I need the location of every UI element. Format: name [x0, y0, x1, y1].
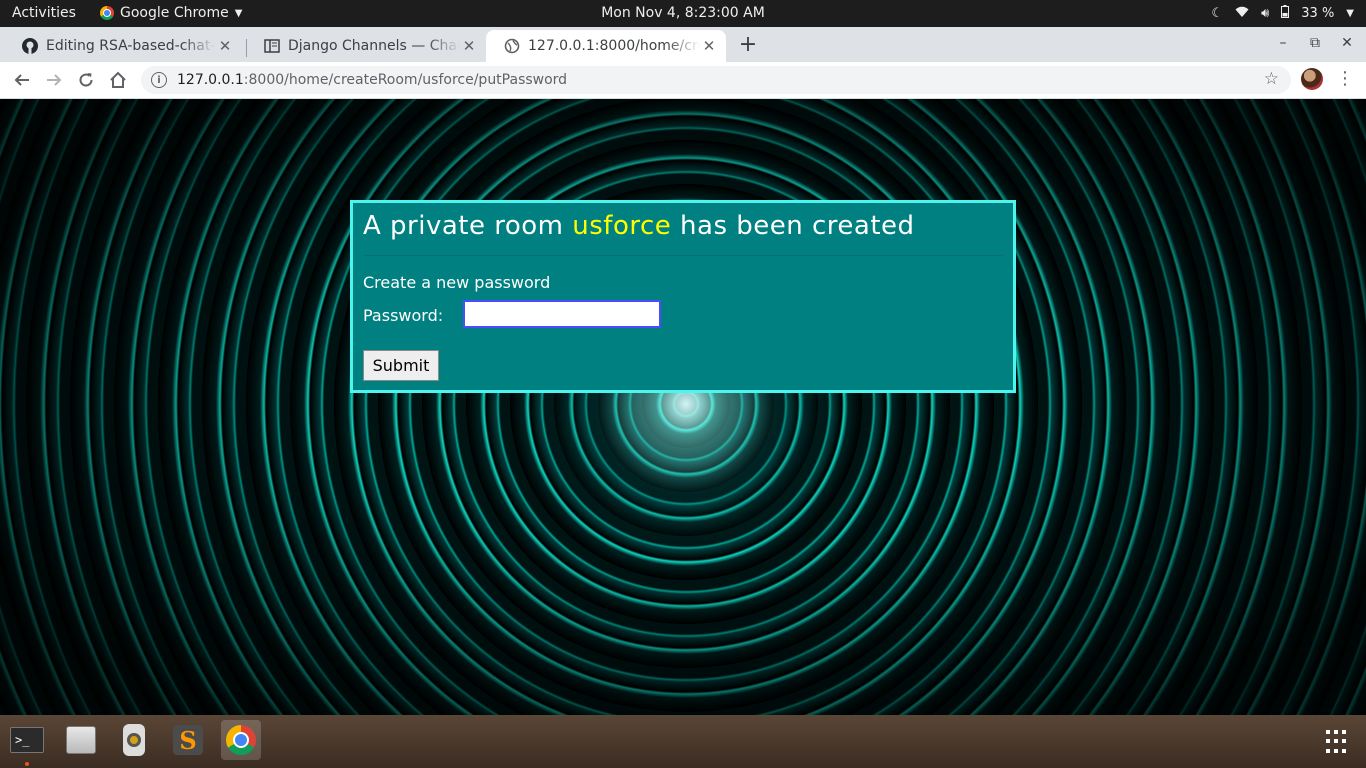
bookmark-star-icon[interactable]: ☆	[1264, 69, 1279, 89]
chrome-icon	[100, 6, 114, 20]
wifi-icon	[1235, 6, 1249, 22]
app-menu[interactable]: Google Chrome ▼	[100, 5, 242, 21]
reload-icon	[79, 73, 93, 87]
close-window-icon[interactable]: ✕	[1337, 35, 1357, 51]
forward-button[interactable]	[42, 68, 66, 92]
tab-strip: Editing RSA-based-chat-app ✕ Django Chan…	[0, 27, 1366, 62]
battery-percentage: 33 %	[1301, 6, 1335, 21]
tab-title: 127.0.0.1:8000/home/createRoom	[528, 38, 700, 54]
title-suffix: has been created	[671, 211, 915, 241]
submit-button[interactable]: Submit	[363, 350, 439, 381]
chrome-icon	[226, 725, 256, 755]
arrow-right-icon	[47, 74, 62, 86]
sublime-text-icon: S	[173, 725, 203, 755]
tab-title: Django Channels — Channels	[288, 38, 460, 54]
running-indicator	[25, 762, 29, 766]
tab-title: Editing RSA-based-chat-app	[46, 38, 216, 54]
show-applications-icon[interactable]	[1326, 730, 1350, 754]
info-icon[interactable]: i	[151, 72, 167, 88]
files-icon	[66, 726, 96, 754]
tab-django-channels[interactable]: Django Channels — Channels ✕	[246, 30, 486, 62]
speaker-icon	[123, 724, 145, 756]
chevron-down-icon: ▼	[234, 7, 243, 19]
terminal-icon: >_	[10, 727, 44, 753]
tab-localhost-active[interactable]: 127.0.0.1:8000/home/createRoom ✕	[486, 30, 726, 62]
subheading: Create a new password	[363, 273, 551, 292]
system-tray[interactable]: ☾ 🔊︎ 33 % ▼	[1211, 5, 1354, 22]
room-name: usforce	[572, 211, 672, 241]
volume-icon: 🔊︎	[1261, 6, 1270, 21]
github-icon	[22, 38, 38, 54]
menu-kebab-icon[interactable]: ⋮	[1336, 68, 1354, 89]
arrow-left-icon	[14, 74, 29, 86]
new-tab-button[interactable]: +	[736, 34, 760, 56]
restore-icon[interactable]: ⧉	[1305, 35, 1325, 51]
password-input[interactable]	[463, 300, 661, 328]
minimize-icon[interactable]: –	[1273, 35, 1293, 51]
dock: >_ S	[0, 715, 1366, 768]
close-icon[interactable]: ✕	[216, 37, 234, 55]
back-button[interactable]	[10, 68, 34, 92]
page-background: A private room usforce has been created …	[0, 99, 1366, 715]
globe-icon	[504, 38, 520, 54]
dock-terminal[interactable]: >_	[7, 720, 47, 760]
address-bar[interactable]: i 127.0.0.1:8000/home/createRoom/usforce…	[141, 66, 1291, 94]
close-icon[interactable]: ✕	[700, 37, 718, 55]
dock-chrome[interactable]	[221, 720, 261, 760]
url-host: 127.0.0.1	[177, 72, 244, 88]
battery-icon	[1281, 5, 1290, 22]
background-vignette	[0, 99, 1366, 715]
password-label: Password:	[363, 306, 444, 325]
dock-sublime-text[interactable]: S	[168, 720, 208, 760]
reload-button[interactable]	[74, 68, 98, 92]
title-prefix: A private room	[363, 211, 573, 241]
home-button[interactable]	[106, 68, 130, 92]
app-menu-label: Google Chrome	[120, 5, 229, 21]
docs-icon	[264, 38, 280, 54]
dock-rhythmbox[interactable]	[114, 720, 154, 760]
close-icon[interactable]: ✕	[460, 37, 478, 55]
divider	[363, 255, 1003, 256]
password-panel: A private room usforce has been created …	[350, 200, 1016, 393]
activities-button[interactable]: Activities	[12, 5, 76, 21]
browser-toolbar: i 127.0.0.1:8000/home/createRoom/usforce…	[0, 62, 1366, 99]
url-path: :8000/home/createRoom/usforce/putPasswor…	[243, 72, 568, 88]
chevron-down-icon: ▼	[1346, 8, 1354, 19]
system-top-bar: Activities Google Chrome ▼ Mon Nov 4, 8:…	[0, 0, 1366, 27]
tab-github-editing[interactable]: Editing RSA-based-chat-app ✕	[4, 30, 242, 62]
profile-avatar[interactable]	[1301, 68, 1323, 90]
page-title: A private room usforce has been created	[363, 211, 915, 241]
dock-files[interactable]	[61, 720, 101, 760]
night-light-icon: ☾	[1211, 6, 1224, 21]
home-icon	[110, 71, 126, 88]
